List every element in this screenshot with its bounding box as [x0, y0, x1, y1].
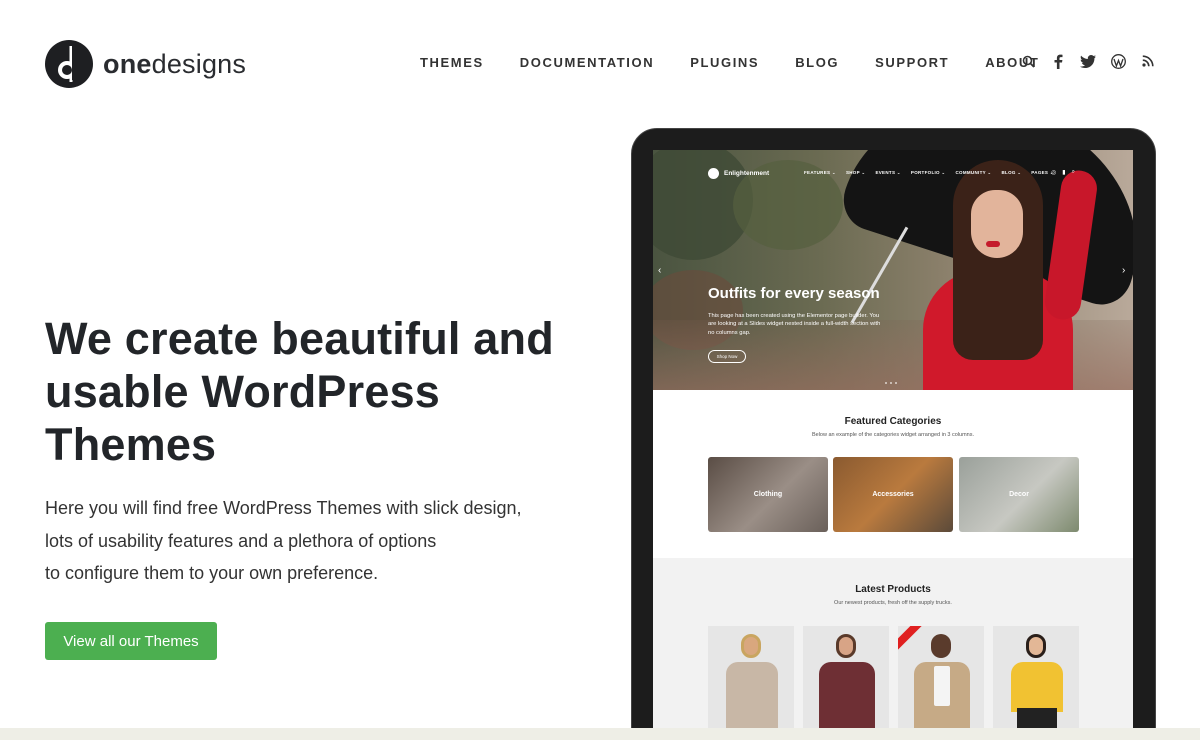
category-label: Clothing [753, 491, 783, 498]
product-card[interactable] [993, 626, 1079, 730]
logo-mark-icon [45, 40, 93, 88]
hero-title: We create beautiful and usable WordPress… [45, 313, 554, 470]
brand-logo[interactable]: onedesigns [45, 40, 246, 88]
latest-products-section: Latest Products Our newest products, fre… [653, 558, 1133, 730]
product-card[interactable] [803, 626, 889, 730]
hero-description-line: lots of usability features and a plethor… [45, 530, 437, 551]
latest-title: Latest Products [855, 584, 931, 595]
sale-badge [898, 626, 925, 651]
product-card[interactable] [708, 626, 794, 730]
facebook-icon[interactable] [1050, 53, 1066, 69]
preview-hero-slide: Enlightenment FEATURES ⌄ SHOP ⌄ EVENTS ⌄… [653, 150, 1133, 390]
nav-themes[interactable]: THEMES [420, 55, 484, 70]
preview-menu-item[interactable]: EVENTS ⌄ [875, 170, 900, 176]
slide-title: Outfits for every season [708, 285, 880, 302]
brand-name: onedesigns [103, 48, 247, 79]
category-label: Accessories [872, 491, 914, 498]
shop-now-button[interactable]: Shop Now [708, 350, 746, 363]
view-themes-button[interactable]: View all our Themes [45, 622, 217, 660]
nav-plugins[interactable]: PLUGINS [690, 55, 759, 70]
slide-dots[interactable] [885, 382, 897, 384]
preview-menu-item[interactable]: SHOP ⌄ [846, 170, 866, 176]
theme-preview-screen: Enlightenment FEATURES ⌄ SHOP ⌄ EVENTS ⌄… [653, 150, 1133, 730]
slide-next-icon[interactable]: › [1122, 265, 1125, 276]
featured-subtitle: Below an example of the categories widge… [811, 432, 975, 438]
hero-description-line: Here you will find free WordPress Themes… [45, 498, 522, 518]
category-label: Decor [1009, 491, 1029, 498]
rss-icon[interactable] [1140, 53, 1156, 69]
page-bottom-band [0, 728, 1200, 740]
nav-blog[interactable]: BLOG [795, 55, 839, 70]
main-nav: THEMES DOCUMENTATION PLUGINS BLOG SUPPOR… [420, 55, 1075, 70]
slide-text: This page has been created using the Ele… [708, 313, 881, 336]
preview-menu-item[interactable]: BLOG ⌄ [1001, 170, 1021, 176]
nav-support[interactable]: SUPPORT [875, 55, 949, 70]
preview-menu-item[interactable]: PORTFOLIO ⌄ [911, 170, 946, 176]
search-icon[interactable]: ⌕ [1072, 169, 1075, 176]
nav-documentation[interactable]: DOCUMENTATION [520, 55, 654, 70]
hero-description-line: to configure them to your own preference… [45, 563, 379, 583]
category-card-decor[interactable]: Decor [959, 457, 1079, 532]
latest-subtitle: Our newest products, fresh off the suppl… [834, 600, 952, 606]
featured-title: Featured Categories [844, 416, 942, 427]
social-links [1020, 53, 1156, 69]
preview-logo-icon [708, 168, 719, 179]
category-card-clothing[interactable]: Clothing [708, 457, 828, 532]
hero-description: Here you will find free WordPress Themes… [45, 492, 585, 590]
preview-menu-item[interactable]: FEATURES ⌄ [804, 170, 836, 176]
instagram-icon[interactable]: ◎ [1051, 169, 1056, 176]
search-icon[interactable] [1020, 53, 1036, 69]
category-card-accessories[interactable]: Accessories [833, 457, 953, 532]
cart-icon[interactable]: ▮ [1062, 169, 1065, 176]
preview-menu-item[interactable]: COMMUNITY ⌄ [955, 170, 991, 176]
featured-categories-section: Featured Categories Below an example of … [653, 390, 1133, 558]
twitter-icon[interactable] [1080, 53, 1096, 69]
preview-site-name: Enlightenment [724, 170, 770, 177]
wordpress-icon[interactable] [1110, 53, 1126, 69]
preview-nav: Enlightenment FEATURES ⌄ SHOP ⌄ EVENTS ⌄… [708, 168, 1108, 179]
preview-logo[interactable]: Enlightenment [708, 168, 769, 179]
site-header: onedesigns THEMES DOCUMENTATION PLUGINS … [0, 0, 1200, 124]
slide-prev-icon[interactable]: ‹ [658, 265, 661, 276]
product-card[interactable] [898, 626, 984, 730]
